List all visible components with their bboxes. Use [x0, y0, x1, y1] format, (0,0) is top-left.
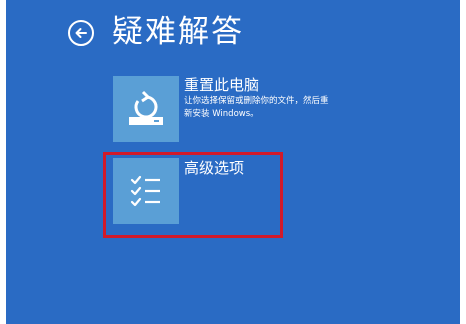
reset-pc-description: 让你选择保留或删除你的文件，然后重新安装 Windows。: [184, 96, 329, 119]
highlight-box: [103, 152, 283, 238]
reset-pc-label: 重置此电脑: [184, 76, 260, 94]
troubleshoot-screen: 疑难解答 重置此电脑 让你选择保留或删除你的文件，然后重新安装 Windows。: [6, 0, 460, 324]
page-title: 疑难解答: [112, 14, 244, 50]
reset-pc-icon: [129, 90, 163, 125]
back-button[interactable]: [68, 20, 94, 46]
reset-pc-tile[interactable]: [113, 76, 179, 142]
back-arrow-icon: [75, 28, 87, 38]
